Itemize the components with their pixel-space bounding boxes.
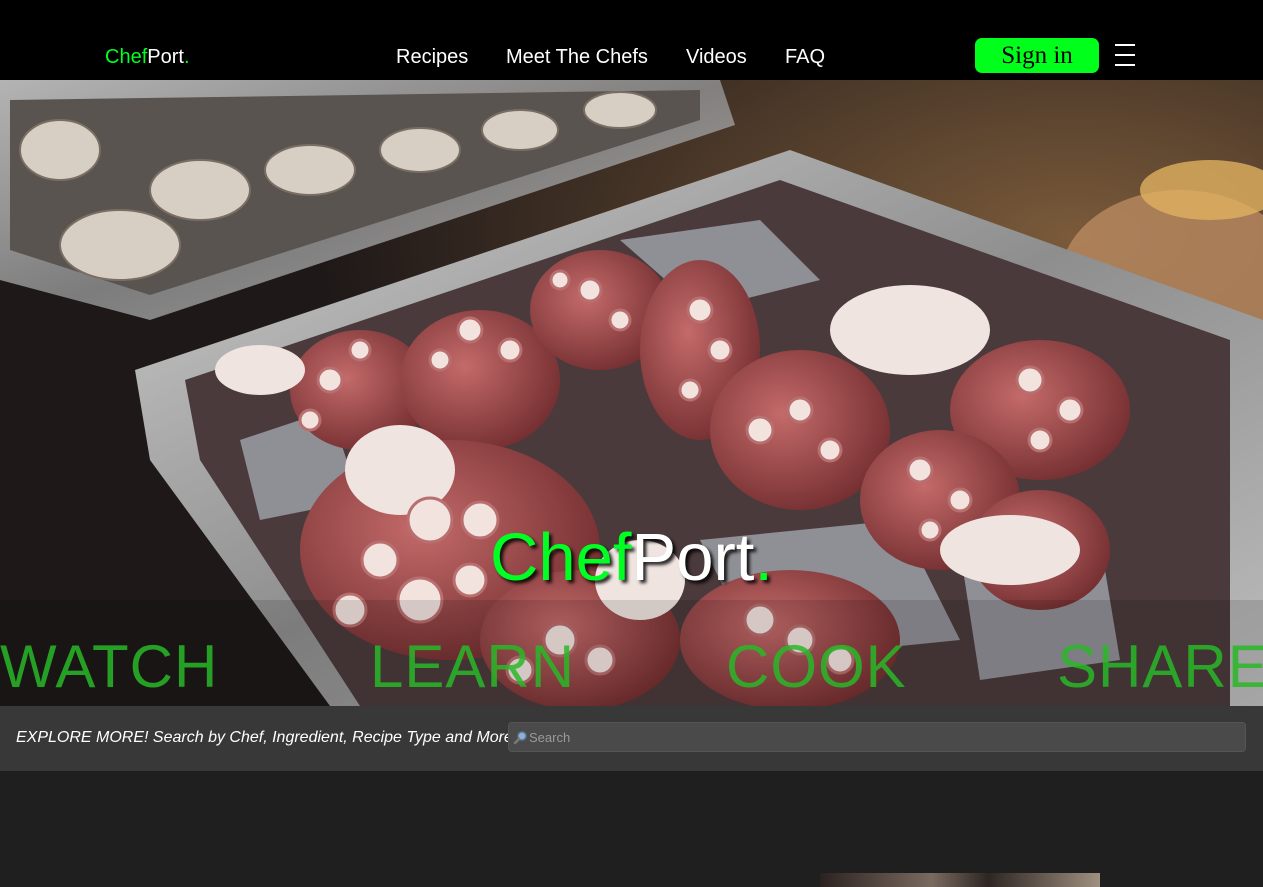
nav-meet-the-chefs[interactable]: Meet The Chefs bbox=[506, 45, 648, 69]
nav-recipes[interactable]: Recipes bbox=[396, 45, 468, 69]
logo-port: Port bbox=[147, 46, 184, 68]
sign-in-button[interactable]: Sign in bbox=[975, 38, 1099, 73]
hero-title-dot: . bbox=[754, 520, 774, 595]
content-thumbnail[interactable] bbox=[820, 873, 1100, 887]
hero-title-port: Port bbox=[631, 520, 755, 595]
hero-title: ChefPort. bbox=[0, 518, 1263, 598]
search-box[interactable] bbox=[508, 722, 1246, 752]
logo-dot: . bbox=[183, 46, 190, 68]
header: ChefPort. Recipes Meet The Chefs Videos … bbox=[0, 0, 1263, 80]
header-logo[interactable]: ChefPort. bbox=[105, 45, 190, 69]
explore-text: EXPLORE MORE! Search by Chef, Ingredient… bbox=[16, 729, 518, 746]
hero-banner: ChefPort. WATCH LEARN COOK SHARE bbox=[0, 80, 1263, 706]
hero-word-cook: COOK bbox=[726, 633, 907, 700]
search-input[interactable] bbox=[527, 723, 1231, 751]
hero-word-share: SHARE bbox=[1057, 633, 1263, 700]
logo-chef: Chef bbox=[105, 46, 148, 68]
hero-word-watch: WATCH bbox=[0, 633, 219, 700]
hero-seafood-image bbox=[0, 80, 1263, 706]
hero-word-learn: LEARN bbox=[370, 633, 576, 700]
hamburger-icon[interactable] bbox=[1115, 42, 1135, 66]
explore-bar: EXPLORE MORE! Search by Chef, Ingredient… bbox=[0, 706, 1263, 771]
nav-faq[interactable]: FAQ bbox=[785, 45, 825, 69]
hero-title-chef: Chef bbox=[489, 520, 632, 595]
nav-videos[interactable]: Videos bbox=[686, 45, 747, 69]
